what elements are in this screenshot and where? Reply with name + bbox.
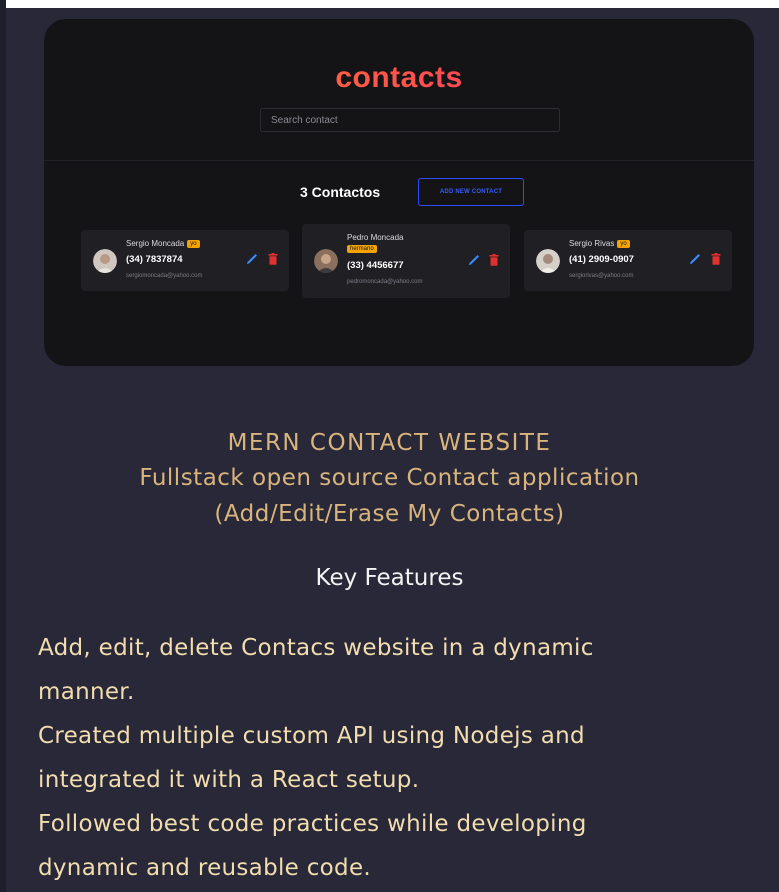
contact-card: Pedro Moncada hermano (33) 4456677 pedro… xyxy=(302,224,510,298)
feature-line: integrated it with a React setup. xyxy=(38,767,420,793)
contact-tag-badge: hermano xyxy=(347,245,377,253)
contacts-count: 3 Contactos xyxy=(300,184,381,200)
contact-tag-badge: yo xyxy=(617,239,630,248)
app-screenshot: contacts 3 Contactos ADD NEW CONTACT Ser… xyxy=(44,19,754,366)
contact-card: Sergio Rivas yo (41) 2909-0907 sergioriva… xyxy=(524,230,732,291)
contact-email: sergiorivas@yahoo.com xyxy=(569,273,634,279)
header-divider xyxy=(44,160,754,161)
contact-card: Sergio Moncada yo (34) 7837874 sergiomonc… xyxy=(81,230,289,291)
avatar xyxy=(536,249,560,273)
contact-phone: (41) 2909-0907 xyxy=(569,254,634,265)
contact-tag-badge: yo xyxy=(187,239,200,248)
contact-email: pedromoncada@yahoo.com xyxy=(347,279,423,285)
feature-line: dynamic and reusable code. xyxy=(38,855,372,881)
contact-name: Pedro Moncada xyxy=(347,233,404,242)
app-title: contacts xyxy=(44,61,754,95)
avatar xyxy=(314,249,338,273)
project-subtitle-detail: (Add/Edit/Erase My Contacts) xyxy=(214,501,565,527)
key-features-heading: Key Features xyxy=(315,565,464,591)
add-contact-button[interactable]: ADD NEW CONTACT xyxy=(418,178,524,206)
trash-icon[interactable] xyxy=(711,253,721,265)
avatar xyxy=(93,249,117,273)
project-subtitle: Fullstack open source Contact applicatio… xyxy=(139,465,640,491)
feature-line: manner. xyxy=(38,679,135,705)
contact-email: sergiomoncada@yahoo.com xyxy=(126,273,203,279)
feature-line: Add, edit, delete Contacs website in a d… xyxy=(38,635,594,661)
pencil-icon[interactable] xyxy=(689,253,701,265)
trash-icon[interactable] xyxy=(268,253,278,265)
pencil-icon[interactable] xyxy=(246,253,258,265)
feature-line: Created multiple custom API using Nodejs… xyxy=(38,723,585,749)
search-input[interactable] xyxy=(260,108,560,132)
top-border xyxy=(0,0,779,8)
contact-name: Sergio Moncada yo xyxy=(126,239,200,248)
contact-phone: (34) 7837874 xyxy=(126,254,183,265)
contact-name: Sergio Rivas yo xyxy=(569,239,630,248)
project-title: MERN CONTACT WEBSITE xyxy=(227,430,552,456)
feature-line: Followed best code practices while devel… xyxy=(38,811,587,837)
contact-phone: (33) 4456677 xyxy=(347,260,404,271)
trash-icon[interactable] xyxy=(489,254,499,266)
pencil-icon[interactable] xyxy=(468,254,480,266)
